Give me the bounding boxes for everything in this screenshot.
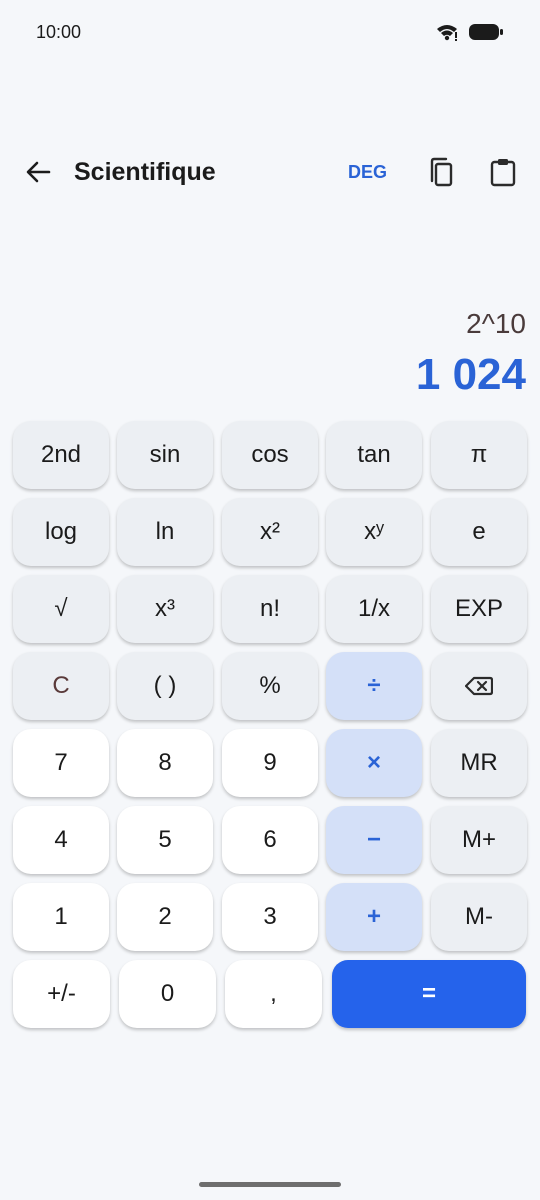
key-9[interactable]: 9 bbox=[222, 729, 318, 797]
arrow-left-icon bbox=[25, 159, 51, 190]
copy-button[interactable] bbox=[422, 156, 458, 192]
key-memory-recall[interactable]: MR bbox=[431, 729, 527, 797]
key-backspace[interactable] bbox=[431, 652, 527, 720]
home-indicator[interactable] bbox=[199, 1182, 341, 1187]
paste-button[interactable] bbox=[485, 156, 521, 192]
key-cos[interactable]: cos bbox=[222, 421, 318, 489]
key-percent[interactable]: % bbox=[222, 652, 318, 720]
angle-mode-button[interactable]: DEG bbox=[348, 162, 387, 183]
key-reciprocal[interactable]: 1/x bbox=[326, 575, 422, 643]
key-divide[interactable]: ÷ bbox=[326, 652, 422, 720]
key-8[interactable]: 8 bbox=[117, 729, 213, 797]
key-clear[interactable]: C bbox=[13, 652, 109, 720]
copy-icon bbox=[426, 157, 454, 192]
key-parentheses[interactable]: ( ) bbox=[117, 652, 213, 720]
status-bar: 10:00 bbox=[0, 0, 540, 64]
key-x-power-y[interactable]: xʸ bbox=[326, 498, 422, 566]
key-ln[interactable]: ln bbox=[117, 498, 213, 566]
key-4[interactable]: 4 bbox=[13, 806, 109, 874]
clipboard-icon bbox=[489, 157, 517, 192]
key-negate[interactable]: +/- bbox=[13, 960, 110, 1028]
key-7[interactable]: 7 bbox=[13, 729, 109, 797]
key-x-squared[interactable]: x² bbox=[222, 498, 318, 566]
wifi-icon bbox=[436, 23, 458, 41]
result-display: 1 024 bbox=[415, 350, 526, 399]
key-x-cubed[interactable]: x³ bbox=[117, 575, 213, 643]
key-log[interactable]: log bbox=[13, 498, 109, 566]
back-button[interactable] bbox=[20, 156, 56, 192]
key-2nd[interactable]: 2nd bbox=[13, 421, 109, 489]
key-exp[interactable]: EXP bbox=[431, 575, 527, 643]
app-bar: Scientifique DEG bbox=[0, 146, 540, 202]
key-sin[interactable]: sin bbox=[117, 421, 213, 489]
backspace-icon bbox=[465, 676, 493, 696]
key-sqrt[interactable]: √ bbox=[13, 575, 109, 643]
status-icons bbox=[436, 22, 504, 42]
battery-icon bbox=[468, 22, 504, 42]
key-subtract[interactable]: − bbox=[326, 806, 422, 874]
key-tan[interactable]: tan bbox=[326, 421, 422, 489]
key-multiply[interactable]: × bbox=[326, 729, 422, 797]
key-5[interactable]: 5 bbox=[117, 806, 213, 874]
key-pi[interactable]: π bbox=[431, 421, 527, 489]
status-time: 10:00 bbox=[36, 22, 82, 42]
key-add[interactable]: + bbox=[326, 883, 422, 951]
key-e[interactable]: e bbox=[431, 498, 527, 566]
key-memory-add[interactable]: M+ bbox=[431, 806, 527, 874]
key-1[interactable]: 1 bbox=[13, 883, 109, 951]
key-6[interactable]: 6 bbox=[222, 806, 318, 874]
page-title: Scientifique bbox=[74, 158, 216, 186]
key-factorial[interactable]: n! bbox=[222, 575, 318, 643]
key-0[interactable]: 0 bbox=[119, 960, 216, 1028]
key-decimal[interactable]: , bbox=[225, 960, 322, 1028]
key-3[interactable]: 3 bbox=[222, 883, 318, 951]
key-2[interactable]: 2 bbox=[117, 883, 213, 951]
key-equals[interactable]: = bbox=[332, 960, 526, 1028]
key-memory-subtract[interactable]: M- bbox=[431, 883, 527, 951]
expression-display: 2^10 bbox=[466, 308, 526, 339]
